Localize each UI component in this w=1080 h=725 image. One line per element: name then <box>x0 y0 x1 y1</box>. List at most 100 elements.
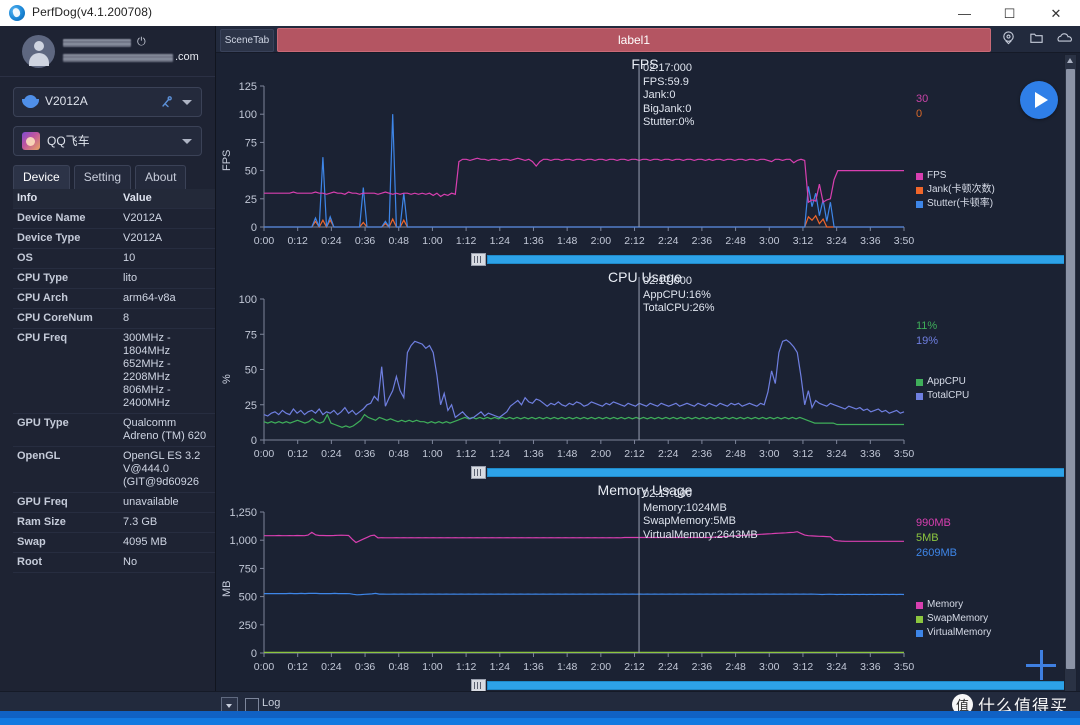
info-key: GPU Type <box>13 413 119 447</box>
tab-setting[interactable]: Setting <box>73 165 132 189</box>
charts-container: FPS FPS 0 25 50 75 100 125 0:00 0:12 0:24 0:36 0:48 1… <box>216 52 1074 692</box>
svg-text:0:00: 0:00 <box>254 235 275 247</box>
scene-tab-button[interactable]: SceneTab <box>220 29 274 52</box>
info-key: CPU CoreNum <box>13 308 119 329</box>
info-key: CPU Arch <box>13 288 119 309</box>
location-pin-icon[interactable] <box>1001 30 1016 45</box>
app-select[interactable]: QQ飞车 <box>13 126 202 156</box>
legend-item[interactable]: FPS <box>916 169 995 183</box>
legend-item[interactable]: AppCPU <box>916 375 969 389</box>
svg-text:3:00: 3:00 <box>759 235 780 247</box>
main-pane: SceneTab label1 FPS FPS 0 25 50 75 100 1… <box>216 26 1080 718</box>
legend-item[interactable]: TotalCPU <box>916 389 969 403</box>
info-key: Ram Size <box>13 512 119 533</box>
timeline-slider[interactable] <box>471 253 1074 266</box>
user-email-domain: .com <box>175 51 199 63</box>
svg-text:25: 25 <box>245 194 257 206</box>
svg-text:1:48: 1:48 <box>557 235 578 247</box>
legend-item[interactable]: SwapMemory <box>916 612 991 626</box>
svg-text:2:36: 2:36 <box>692 448 713 460</box>
svg-text:3:00: 3:00 <box>759 448 780 460</box>
current-value: 0 <box>916 108 923 120</box>
legend-swatch <box>916 200 923 208</box>
chart-memory-usage: Memory Usage MB 0 250 500 750 1,000 1,250 0:00 0:… <box>216 478 1074 692</box>
scrollbar-thumb[interactable] <box>1066 69 1075 669</box>
chart-legend: FPS Jank(卡顿次数) Stutter(卡顿率) <box>916 169 995 211</box>
folder-icon[interactable] <box>1029 30 1044 45</box>
svg-text:25: 25 <box>245 400 257 412</box>
svg-text:125: 125 <box>239 81 257 93</box>
scene-bar: SceneTab label1 <box>216 26 1080 53</box>
chevron-down-icon[interactable] <box>182 100 192 105</box>
info-value: unavailable <box>119 492 215 513</box>
legend-label: AppCPU <box>927 376 966 387</box>
tab-about[interactable]: About <box>135 165 187 189</box>
svg-text:2:48: 2:48 <box>725 235 746 247</box>
info-value: No <box>119 552 215 573</box>
svg-text:1:36: 1:36 <box>523 661 544 673</box>
info-value: 300MHz - 1804MHz 652MHz - 2208MHz 806MHz… <box>119 328 215 414</box>
useremail-redacted <box>63 54 173 62</box>
table-row: Ram Size 7.3 GB <box>13 512 215 533</box>
play-button[interactable] <box>1020 81 1058 119</box>
svg-text:0:24: 0:24 <box>321 235 342 247</box>
svg-text:2:48: 2:48 <box>725 661 746 673</box>
svg-text:3:24: 3:24 <box>826 661 847 673</box>
info-value: 7.3 GB <box>119 512 215 533</box>
svg-text:1:00: 1:00 <box>422 235 443 247</box>
svg-text:1:12: 1:12 <box>456 448 477 460</box>
close-button[interactable]: ✕ <box>1032 0 1080 26</box>
scroll-up-icon[interactable] <box>1067 58 1073 63</box>
current-value: 19% <box>916 335 939 347</box>
timeline-slider[interactable] <box>471 466 1074 479</box>
svg-text:2:12: 2:12 <box>624 448 645 460</box>
legend-item[interactable]: Jank(卡顿次数) <box>916 183 995 197</box>
svg-text:750: 750 <box>239 563 257 575</box>
legend-item[interactable]: Memory <box>916 598 991 612</box>
table-row: GPU Freq unavailable <box>13 492 215 513</box>
svg-text:2:24: 2:24 <box>658 448 679 460</box>
legend-label: Memory <box>927 599 964 610</box>
svg-text:3:00: 3:00 <box>759 661 780 673</box>
sidebar: ⏻ .com V2012A QQ飞车 Device Setting About … <box>0 26 216 718</box>
svg-text:2:12: 2:12 <box>624 235 645 247</box>
svg-text:1,000: 1,000 <box>229 535 257 547</box>
window-title: PerfDog(v4.1.200708) <box>32 5 153 19</box>
timeline-slider[interactable] <box>471 679 1074 692</box>
svg-text:3:36: 3:36 <box>860 235 881 247</box>
tab-device[interactable]: Device <box>13 165 70 189</box>
device-select[interactable]: V2012A <box>13 87 202 117</box>
cloud-icon[interactable] <box>1057 30 1073 45</box>
chart-cpu-usage: CPU Usage% 0 25 50 75 100 0:00 0:12 0:24 0:36 0:48… <box>216 265 1074 479</box>
add-button[interactable] <box>1026 650 1056 680</box>
maximize-button[interactable]: ☐ <box>987 0 1032 26</box>
legend-label: SwapMemory <box>927 613 989 624</box>
log-checkbox[interactable] <box>245 698 259 712</box>
power-icon[interactable]: ⏻ <box>137 37 148 48</box>
svg-text:0: 0 <box>251 648 257 660</box>
info-value: lito <box>119 268 215 289</box>
col-value: Value <box>119 189 215 209</box>
table-row: GPU Type Qualcomm Adreno (TM) 620 <box>13 413 215 447</box>
timeline-range[interactable] <box>487 468 1074 477</box>
current-value: 990MB <box>916 517 951 529</box>
svg-text:250: 250 <box>239 620 257 632</box>
svg-text:3:36: 3:36 <box>860 448 881 460</box>
table-row: Swap 4095 MB <box>13 532 215 553</box>
info-value: arm64-v8a <box>119 288 215 309</box>
legend-swatch <box>916 186 923 194</box>
chart-legend: Memory SwapMemory VirtualMemory <box>916 598 991 640</box>
chevron-down-icon[interactable] <box>182 139 192 144</box>
legend-item[interactable]: VirtualMemory <box>916 626 991 640</box>
legend-item[interactable]: Stutter(卡顿率) <box>916 197 995 211</box>
timeline-range[interactable] <box>487 681 1074 690</box>
main-vertical-scrollbar[interactable] <box>1064 54 1077 692</box>
svg-text:1:24: 1:24 <box>490 448 511 460</box>
scene-label-chip[interactable]: label1 <box>277 28 991 52</box>
info-key: GPU Freq <box>13 492 119 513</box>
timeline-range[interactable] <box>487 255 1074 264</box>
minimize-button[interactable]: — <box>942 0 987 26</box>
table-row: OpenGL OpenGL ES 3.2 V@444.0 (GIT@9d60926 <box>13 446 215 493</box>
series-stutter <box>264 114 904 229</box>
svg-text:1:24: 1:24 <box>490 235 511 247</box>
